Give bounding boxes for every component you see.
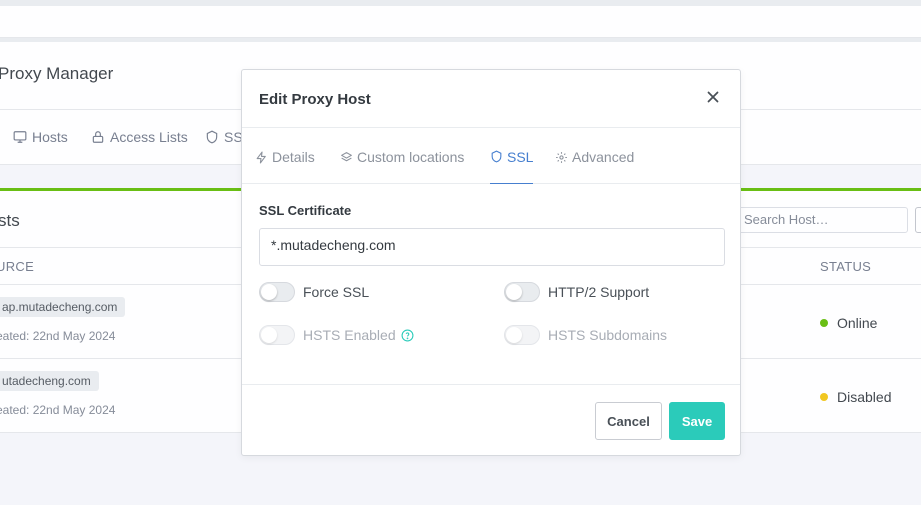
modal-tabs: Details Custom locations SSL Advanced xyxy=(242,128,740,184)
http2-support-toggle[interactable]: HTTP/2 Support xyxy=(504,282,649,302)
ssl-tab-panel: SSL Certificate *.mutadecheng.com Force … xyxy=(242,184,740,385)
tab-label: Details xyxy=(272,149,315,165)
toggle-switch xyxy=(259,325,295,345)
tab-custom-locations[interactable]: Custom locations xyxy=(340,148,464,184)
tab-label: Advanced xyxy=(572,149,635,165)
toggle-switch[interactable] xyxy=(259,282,295,302)
tab-advanced[interactable]: Advanced xyxy=(555,148,634,184)
modal-footer: Cancel Save xyxy=(242,385,740,455)
toggle-label: Force SSL xyxy=(303,284,370,300)
save-button[interactable]: Save xyxy=(669,402,725,440)
layers-icon xyxy=(341,151,352,161)
toggle-label: HSTS Enabled xyxy=(303,327,396,343)
ssl-certificate-label: SSL Certificate xyxy=(259,203,352,218)
shield-icon xyxy=(491,150,502,163)
tab-label: SSL xyxy=(507,148,534,165)
hsts-enabled-toggle: HSTS Enabled xyxy=(259,325,414,345)
ssl-certificate-select[interactable]: *.mutadecheng.com xyxy=(259,228,725,266)
modal-title: Edit Proxy Host xyxy=(259,91,371,108)
gear-icon xyxy=(556,151,567,163)
hsts-subdomains-toggle: HSTS Subdomains xyxy=(504,325,667,345)
toggle-switch xyxy=(504,325,540,345)
cancel-button[interactable]: Cancel xyxy=(595,402,662,440)
modal-header: Edit Proxy Host xyxy=(242,70,740,128)
toggle-label: HSTS Subdomains xyxy=(548,327,668,343)
toggle-label: HTTP/2 Support xyxy=(548,284,650,300)
force-ssl-toggle[interactable]: Force SSL xyxy=(259,282,369,302)
bolt-icon xyxy=(256,151,266,163)
tab-details[interactable]: Details xyxy=(255,148,315,184)
tab-label: Custom locations xyxy=(357,149,465,165)
toggle-switch[interactable] xyxy=(504,282,540,302)
help-circle-icon[interactable] xyxy=(401,329,414,342)
edit-proxy-host-modal: Edit Proxy Host Details Custom locations… xyxy=(241,69,741,456)
tab-ssl[interactable]: SSL xyxy=(490,148,534,184)
close-icon[interactable] xyxy=(704,88,722,106)
